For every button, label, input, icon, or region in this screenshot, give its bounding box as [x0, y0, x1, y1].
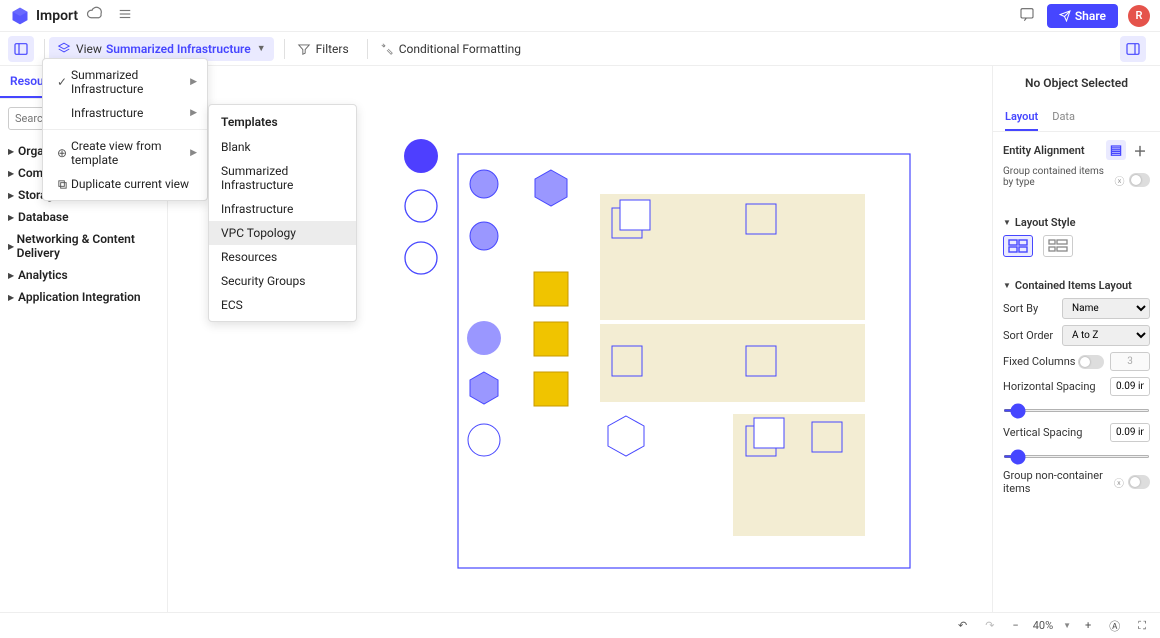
add-icon[interactable]: ＋ — [1130, 140, 1150, 160]
redo-button[interactable]: ↷ — [981, 617, 998, 634]
layout-style-list[interactable] — [1043, 235, 1073, 257]
plus-circle-icon: ⊕ — [53, 146, 71, 160]
page-title: Import — [36, 8, 78, 24]
view-name: Summarized Infrastructure — [106, 42, 251, 56]
view-menu-item[interactable]: Infrastructure ▶ — [43, 101, 207, 125]
filters-label: Filters — [316, 42, 349, 56]
template-item[interactable]: Security Groups — [209, 269, 356, 293]
entity-alignment-label: Entity Alignment — [1003, 144, 1085, 157]
layout-style-label: Layout Style — [1015, 216, 1076, 229]
share-label: Share — [1075, 9, 1106, 23]
sort-by-label: Sort By — [1003, 302, 1038, 315]
tree-item[interactable]: ▶Analytics — [0, 264, 167, 286]
sort-order-label: Sort Order — [1003, 329, 1053, 342]
chevron-right-icon: ▶ — [190, 77, 197, 87]
templates-header: Templates — [209, 109, 356, 135]
close-icon[interactable]: ⓧ — [1115, 173, 1125, 188]
group-by-type-label: Group contained items by type — [1003, 166, 1115, 188]
left-panel-toggle[interactable] — [8, 36, 34, 62]
chevron-right-icon: ▶ — [190, 148, 197, 158]
template-item[interactable]: Summarized Infrastructure — [209, 159, 356, 197]
sort-order-select[interactable]: A to Z — [1062, 325, 1150, 346]
chevron-down-icon: ▼ — [257, 43, 266, 54]
hspace-slider[interactable] — [1003, 409, 1150, 412]
zoom-in-button[interactable]: + — [1081, 617, 1095, 634]
template-item[interactable]: ECS — [209, 293, 356, 317]
conditional-label: Conditional Formatting — [399, 42, 521, 56]
vspace-label: Vertical Spacing — [1003, 426, 1082, 439]
duplicate-view-menu-item[interactable]: Duplicate current view — [43, 172, 207, 196]
hspace-input[interactable] — [1110, 377, 1150, 396]
group-non-container-label: Group non-container items — [1003, 469, 1114, 495]
cloud-icon[interactable] — [86, 5, 104, 27]
sort-by-select[interactable]: Name — [1062, 298, 1150, 319]
comment-icon[interactable] — [1019, 6, 1035, 26]
conditional-formatting-button[interactable]: Conditional Formatting — [372, 37, 529, 61]
zoom-out-button[interactable]: − — [1008, 617, 1022, 634]
create-view-menu-item[interactable]: ⊕ Create view from template ▶ — [43, 134, 207, 172]
fixed-cols-label: Fixed Columns — [1003, 355, 1075, 368]
undo-button[interactable]: ↶ — [954, 617, 971, 634]
tab-data[interactable]: Data — [1052, 104, 1075, 131]
contained-layout-label: Contained Items Layout — [1015, 279, 1132, 292]
accessibility-icon[interactable]: Ⓐ — [1105, 616, 1124, 636]
chevron-down-icon: ▼ — [1063, 621, 1071, 630]
fixed-cols-toggle[interactable] — [1078, 355, 1104, 369]
zoom-level[interactable]: 40% — [1033, 619, 1053, 632]
check-icon: ✓ — [53, 75, 71, 89]
view-dropdown[interactable]: View Summarized Infrastructure ▼ — [49, 37, 274, 61]
templates-menu: Templates Blank Summarized Infrastructur… — [208, 104, 357, 322]
app-logo — [10, 6, 30, 26]
close-icon[interactable]: ⓧ — [1114, 475, 1124, 490]
template-item[interactable]: VPC Topology — [209, 221, 356, 245]
fixed-cols-input[interactable] — [1110, 352, 1150, 371]
tree-item[interactable]: ▶Database — [0, 206, 167, 228]
tab-layout[interactable]: Layout — [1005, 104, 1038, 131]
tree-item[interactable]: ▶Networking & Content Delivery — [0, 228, 167, 264]
vspace-input[interactable] — [1110, 423, 1150, 442]
selection-header: No Object Selected — [993, 66, 1160, 104]
group-non-container-toggle[interactable] — [1128, 475, 1150, 489]
tree-item[interactable]: ▶Application Integration — [0, 286, 167, 308]
template-item[interactable]: Blank — [209, 135, 356, 159]
right-panel-toggle[interactable] — [1120, 36, 1146, 62]
group-by-type-toggle[interactable] — [1129, 173, 1150, 187]
avatar[interactable]: R — [1128, 5, 1150, 27]
template-item[interactable]: Infrastructure — [209, 197, 356, 221]
align-left-icon[interactable]: ▤ — [1106, 140, 1126, 160]
layout-style-grid[interactable] — [1003, 235, 1033, 257]
hamburger-icon[interactable] — [118, 7, 132, 25]
share-button[interactable]: Share — [1047, 4, 1118, 28]
vspace-slider[interactable] — [1003, 455, 1150, 458]
hspace-label: Horizontal Spacing — [1003, 380, 1096, 393]
template-item[interactable]: Resources — [209, 245, 356, 269]
right-panel: No Object Selected Layout Data Entity Al… — [992, 66, 1160, 612]
chevron-right-icon: ▶ — [190, 108, 197, 118]
view-menu: ✓ Summarized Infrastructure ▶ Infrastruc… — [42, 58, 208, 201]
view-menu-item[interactable]: ✓ Summarized Infrastructure ▶ — [43, 63, 207, 101]
filters-button[interactable]: Filters — [289, 37, 357, 61]
copy-icon — [53, 179, 71, 190]
fullscreen-icon[interactable]: ⛶ — [1134, 617, 1150, 635]
view-label: View — [76, 42, 102, 56]
